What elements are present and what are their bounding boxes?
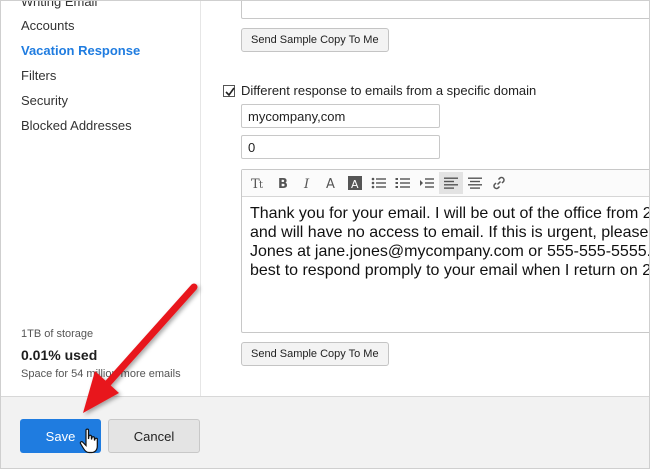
settings-window: Writing Email Accounts Vacation Response… [0,0,650,469]
svg-text:A: A [351,178,359,191]
editor-line: Thank you for your email. I will be out … [250,205,650,222]
font-size-icon[interactable]: Tt [247,172,271,194]
checkmark-icon [225,87,235,96]
domain-response-editor[interactable]: Tt B I A A Thank you for your email. I w… [241,169,650,333]
sidebar-item-filters[interactable]: Filters [21,68,56,83]
response-editor-top[interactable] [241,1,649,19]
sidebar-item-vacation-response[interactable]: Vacation Response [21,43,140,58]
editor-toolbar: Tt B I A A [242,170,649,197]
hand-cursor-icon [79,428,98,454]
font-color-icon[interactable]: A [319,172,343,194]
svg-text:B: B [278,177,288,190]
sidebar-item-writing-email[interactable]: Writing Email [21,1,97,9]
indent-icon[interactable] [415,172,439,194]
bold-icon[interactable]: B [271,172,295,194]
domain-checkbox-label: Different response to emails from a spec… [241,83,537,98]
editor-line: Jones at jane.jones@mycompany.com or 555… [250,243,650,260]
editor-line: and will have no access to email. If thi… [250,224,649,241]
settings-sidebar: Writing Email Accounts Vacation Response… [1,1,201,396]
storage-used: 0.01% used [21,347,98,363]
send-sample-button-domain[interactable]: Send Sample Copy To Me [241,342,389,366]
storage-total: 1TB of storage [21,328,94,340]
sidebar-item-security[interactable]: Security [21,93,68,108]
editor-line: best to respond promply to your email wh… [250,262,650,279]
svg-text:t: t [259,180,263,190]
svg-text:I: I [303,177,310,190]
vacation-response-panel: Send Sample Copy To Me Different respons… [202,1,650,396]
svg-text:A: A [326,177,335,190]
align-center-icon[interactable] [463,172,487,194]
link-icon[interactable] [487,172,511,194]
bullet-list-icon[interactable] [367,172,391,194]
highlight-icon[interactable]: A [343,172,367,194]
cancel-button[interactable]: Cancel [108,419,200,453]
align-left-icon[interactable] [439,172,463,194]
sidebar-item-accounts[interactable]: Accounts [21,18,74,33]
send-sample-button[interactable]: Send Sample Copy To Me [241,28,389,52]
numbered-list-icon[interactable] [391,172,415,194]
italic-icon[interactable]: I [295,172,319,194]
domain-checkbox[interactable] [223,84,235,97]
sidebar-item-blocked-addresses[interactable]: Blocked Addresses [21,118,132,133]
editor-content[interactable]: Thank you for your email. I will be out … [242,197,650,287]
days-input[interactable] [241,135,440,159]
domain-checkbox-row[interactable]: Different response to emails from a spec… [223,83,536,98]
storage-space: Space for 54 million more emails [21,368,181,380]
domain-input[interactable] [241,104,440,128]
